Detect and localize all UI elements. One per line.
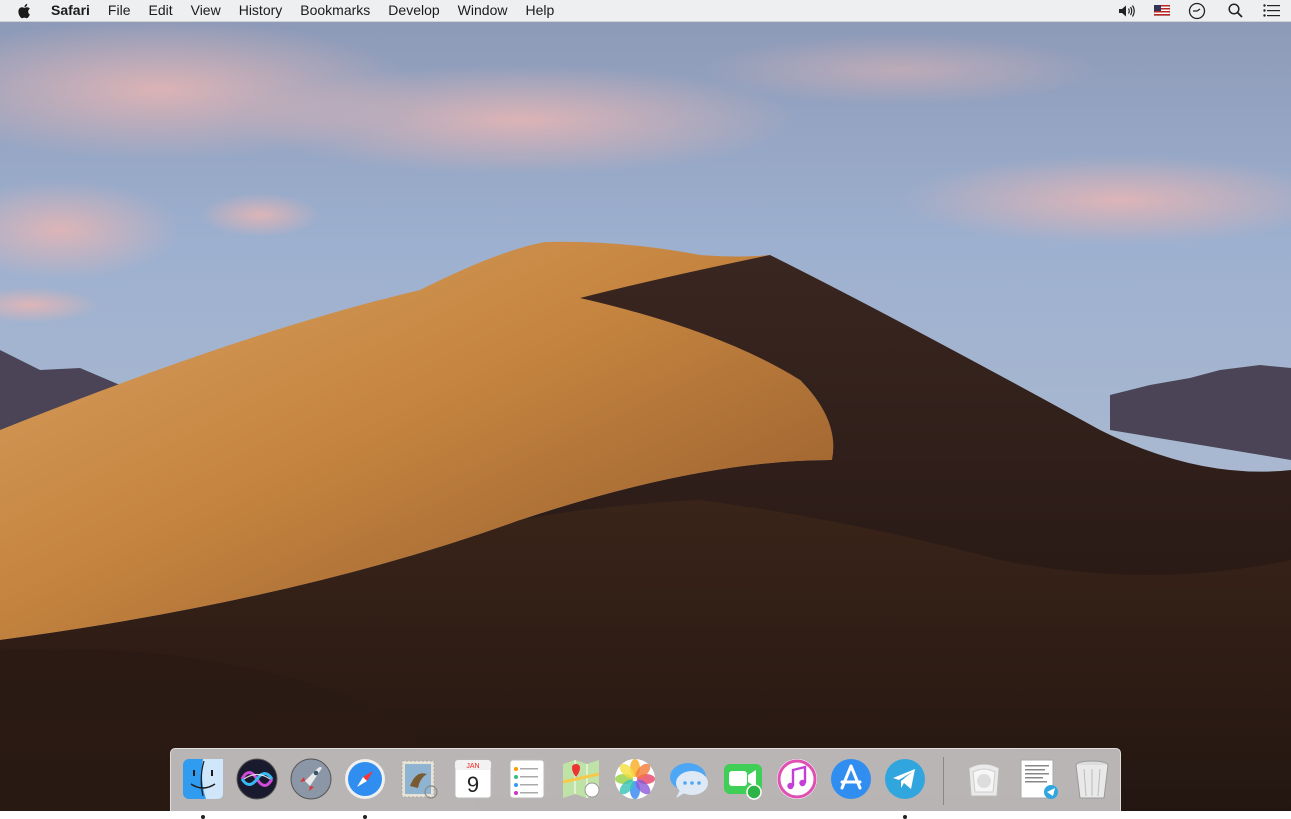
- mail-stamp-icon: [401, 760, 438, 799]
- dock-document-stack[interactable]: [1015, 756, 1061, 802]
- trash-icon: [1075, 760, 1109, 799]
- dock-mail[interactable]: [396, 756, 442, 802]
- menu-history[interactable]: History: [230, 0, 292, 21]
- dock-downloads-stack[interactable]: [961, 756, 1007, 802]
- dock-messages[interactable]: [666, 756, 712, 802]
- dock-siri[interactable]: [234, 756, 280, 802]
- running-indicator: [201, 815, 205, 819]
- calendar-day: 9: [467, 772, 479, 797]
- menu-bar: Safari File Edit View History Bookmarks …: [0, 0, 1291, 22]
- dock-maps[interactable]: [558, 756, 604, 802]
- finder-icon: [183, 759, 223, 799]
- messages-icon: [670, 763, 708, 798]
- dock-app-store[interactable]: [828, 756, 874, 802]
- menu-bookmarks[interactable]: Bookmarks: [291, 0, 379, 21]
- us-flag-input-icon[interactable]: [1153, 0, 1171, 21]
- menu-help[interactable]: Help: [516, 0, 563, 21]
- facetime-icon: [724, 764, 762, 800]
- telegram-icon: [885, 759, 925, 799]
- dock-calendar[interactable]: JAN 9: [450, 756, 496, 802]
- desktop-wallpaper: [0, 0, 1291, 811]
- maps-icon: [562, 760, 600, 798]
- apple-logo-icon[interactable]: [17, 2, 33, 20]
- menu-view[interactable]: View: [182, 0, 230, 21]
- calendar-icon: JAN 9: [454, 759, 492, 799]
- dock-reminders[interactable]: [504, 756, 550, 802]
- dock-photos[interactable]: [612, 756, 658, 802]
- menu-app-name[interactable]: Safari: [51, 0, 99, 21]
- dock-finder[interactable]: [180, 756, 226, 819]
- document-stack-icon: [1020, 759, 1058, 799]
- spotlight-search-icon[interactable]: [1225, 0, 1245, 21]
- menu-develop[interactable]: Develop: [379, 0, 448, 21]
- dock-itunes[interactable]: [774, 756, 820, 802]
- launchpad-icon: [290, 758, 332, 800]
- safari-icon: [345, 759, 385, 799]
- menu-window[interactable]: Window: [449, 0, 517, 21]
- running-indicator: [363, 815, 367, 819]
- menu-edit[interactable]: Edit: [139, 0, 181, 21]
- dock-telegram[interactable]: [882, 756, 928, 819]
- siri-icon: [236, 758, 278, 800]
- dock-launchpad[interactable]: [288, 756, 334, 802]
- mojave-dune-wallpaper: [0, 0, 1291, 811]
- reminders-icon: [509, 759, 545, 799]
- volume-icon[interactable]: [1117, 0, 1139, 21]
- dock-trash[interactable]: [1069, 756, 1115, 802]
- dock-facetime[interactable]: [720, 756, 766, 802]
- menu-file[interactable]: File: [99, 0, 140, 21]
- notification-center-icon[interactable]: [1261, 0, 1281, 21]
- dock: JAN 9: [170, 748, 1121, 819]
- running-indicator: [903, 815, 907, 819]
- itunes-icon: [777, 759, 817, 799]
- app-store-icon: [831, 759, 871, 799]
- time-machine-icon[interactable]: [1187, 0, 1207, 21]
- dock-safari[interactable]: [342, 756, 388, 819]
- calendar-month: JAN: [466, 763, 479, 770]
- photos-icon: [615, 759, 655, 799]
- dock-separator: [943, 757, 944, 805]
- downloads-stack-icon: [968, 763, 1000, 797]
